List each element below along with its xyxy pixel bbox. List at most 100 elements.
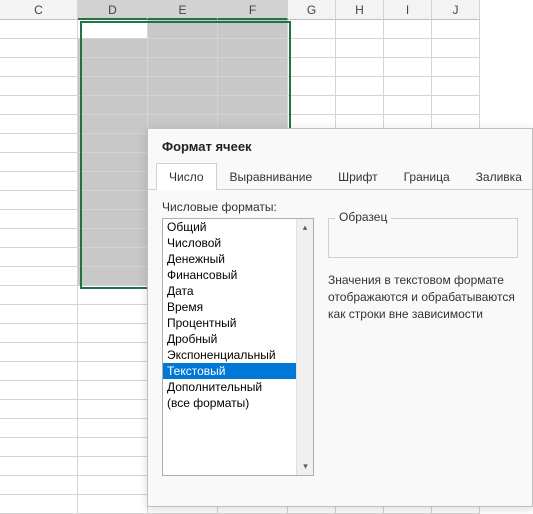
cell[interactable] — [78, 248, 148, 267]
cell[interactable] — [288, 20, 336, 39]
column-header-j[interactable]: J — [432, 0, 480, 20]
column-header-c[interactable]: C — [0, 0, 78, 20]
cell[interactable] — [432, 96, 480, 115]
cell[interactable] — [78, 305, 148, 324]
cell[interactable] — [0, 191, 78, 210]
cell[interactable] — [78, 419, 148, 438]
tab-1[interactable]: Выравнивание — [217, 163, 326, 190]
cell[interactable] — [432, 20, 480, 39]
cell[interactable] — [384, 58, 432, 77]
cell[interactable] — [78, 229, 148, 248]
cell[interactable] — [0, 305, 78, 324]
cell[interactable] — [0, 419, 78, 438]
cell[interactable] — [336, 77, 384, 96]
cell[interactable] — [0, 324, 78, 343]
format-option[interactable]: (все форматы) — [163, 395, 296, 411]
cell[interactable] — [78, 39, 148, 58]
cell[interactable] — [78, 20, 148, 39]
cell[interactable] — [148, 77, 218, 96]
cell[interactable] — [78, 210, 148, 229]
cell[interactable] — [0, 210, 78, 229]
cell[interactable] — [0, 248, 78, 267]
formats-listbox[interactable]: ОбщийЧисловойДенежныйФинансовыйДатаВремя… — [162, 218, 314, 476]
cell[interactable] — [78, 191, 148, 210]
cell[interactable] — [384, 77, 432, 96]
scroll-down-icon[interactable]: ▾ — [298, 458, 313, 475]
cell[interactable] — [288, 96, 336, 115]
cell[interactable] — [0, 457, 78, 476]
format-option[interactable]: Текстовый — [163, 363, 296, 379]
tab-0[interactable]: Число — [156, 163, 217, 190]
cell[interactable] — [78, 457, 148, 476]
cell[interactable] — [0, 343, 78, 362]
cell[interactable] — [0, 381, 78, 400]
tab-3[interactable]: Граница — [391, 163, 463, 190]
cell[interactable] — [432, 39, 480, 58]
cell[interactable] — [0, 495, 78, 514]
cell[interactable] — [78, 267, 148, 286]
cell[interactable] — [218, 58, 288, 77]
cell[interactable] — [78, 286, 148, 305]
cell[interactable] — [336, 39, 384, 58]
cell[interactable] — [432, 77, 480, 96]
cell[interactable] — [78, 115, 148, 134]
cell[interactable] — [0, 153, 78, 172]
format-option[interactable]: Дополнительный — [163, 379, 296, 395]
cell[interactable] — [336, 58, 384, 77]
cell[interactable] — [78, 58, 148, 77]
cell[interactable] — [218, 96, 288, 115]
column-header-f[interactable]: F — [218, 0, 288, 20]
cell[interactable] — [218, 20, 288, 39]
cell[interactable] — [0, 229, 78, 248]
cell[interactable] — [0, 267, 78, 286]
cell[interactable] — [0, 77, 78, 96]
format-option[interactable]: Время — [163, 299, 296, 315]
cell[interactable] — [78, 400, 148, 419]
cell[interactable] — [218, 39, 288, 58]
column-header-i[interactable]: I — [384, 0, 432, 20]
cell[interactable] — [148, 20, 218, 39]
cell[interactable] — [78, 343, 148, 362]
format-option[interactable]: Числовой — [163, 235, 296, 251]
cell[interactable] — [0, 172, 78, 191]
listbox-scrollbar[interactable]: ▴ ▾ — [296, 219, 313, 475]
cell[interactable] — [0, 476, 78, 495]
tab-4[interactable]: Заливка — [463, 163, 533, 190]
scroll-up-icon[interactable]: ▴ — [298, 219, 313, 236]
cell[interactable] — [0, 286, 78, 305]
cell[interactable] — [78, 362, 148, 381]
cell[interactable] — [384, 96, 432, 115]
cell[interactable] — [148, 96, 218, 115]
cell[interactable] — [288, 58, 336, 77]
cell[interactable] — [0, 362, 78, 381]
format-option[interactable]: Дробный — [163, 331, 296, 347]
cell[interactable] — [384, 39, 432, 58]
format-option[interactable]: Дата — [163, 283, 296, 299]
cell[interactable] — [0, 400, 78, 419]
cell[interactable] — [288, 77, 336, 96]
format-option[interactable]: Денежный — [163, 251, 296, 267]
cell[interactable] — [78, 476, 148, 495]
cell[interactable] — [78, 324, 148, 343]
cell[interactable] — [218, 77, 288, 96]
cell[interactable] — [0, 39, 78, 58]
format-option[interactable]: Общий — [163, 219, 296, 235]
format-option[interactable]: Финансовый — [163, 267, 296, 283]
cell[interactable] — [0, 20, 78, 39]
column-header-e[interactable]: E — [148, 0, 218, 20]
cell[interactable] — [0, 115, 78, 134]
tab-2[interactable]: Шрифт — [325, 163, 390, 190]
cell[interactable] — [336, 96, 384, 115]
cell[interactable] — [0, 438, 78, 457]
format-option[interactable]: Процентный — [163, 315, 296, 331]
cell[interactable] — [78, 96, 148, 115]
cell[interactable] — [78, 134, 148, 153]
cell[interactable] — [148, 39, 218, 58]
cell[interactable] — [78, 77, 148, 96]
cell[interactable] — [0, 96, 78, 115]
cell[interactable] — [78, 438, 148, 457]
cell[interactable] — [148, 58, 218, 77]
cell[interactable] — [78, 381, 148, 400]
cell[interactable] — [78, 153, 148, 172]
cell[interactable] — [78, 495, 148, 514]
